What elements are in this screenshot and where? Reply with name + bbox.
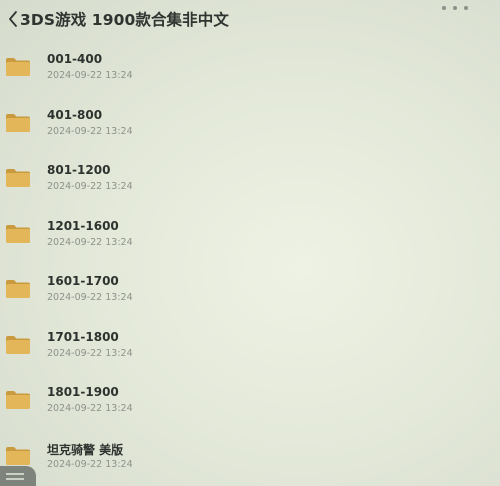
folder-icon [5,113,31,133]
folder-date: 2024-09-22 13:24 [47,181,133,192]
folder-name: 401-800 [47,107,103,122]
back-button[interactable]: 3DS游戏 1900款合集非中文 [6,8,229,30]
list-item[interactable]: 401-800 2024-09-22 13:24 [0,96,500,148]
folder-icon [5,446,31,466]
folder-name: 1701-1800 [47,329,119,344]
folder-date: 2024-09-22 13:24 [47,125,133,137]
folder-date: 2024-09-22 13:24 [47,292,133,303]
folder-name: 801-1200 [47,163,111,177]
chevron-left-icon [6,10,20,28]
folder-name: 001-400 [47,52,103,66]
folder-icon [5,279,31,299]
folder-name: 1601-1700 [47,274,119,288]
list-item[interactable]: 001-400 2024-09-22 13:24 [0,40,500,92]
more-dots-icon [442,6,446,10]
toolbar-handle[interactable] [0,466,36,486]
page-title: 3DS游戏 1900款合集非中文 [20,11,229,29]
more-options-button[interactable] [442,2,468,14]
file-browser: 3DS游戏 1900款合集非中文 001-400 2024-09-22 13:24… [0,0,500,486]
folder-date: 2024-09-22 13:24 [47,70,133,81]
folder-date: 2024-09-22 13:24 [47,458,133,470]
folder-date: 2024-09-22 13:24 [47,236,133,248]
folder-icon [5,224,31,244]
folder-date: 2024-09-22 13:24 [47,347,133,359]
folder-date: 2024-09-22 13:24 [47,403,133,414]
folder-icon [5,335,31,355]
folder-name: 坦克骑警 美版 [47,442,124,457]
list-item[interactable]: 1801-1900 2024-09-22 13:24 [0,373,500,425]
list-item[interactable]: 801-1200 2024-09-22 13:24 [0,151,500,203]
folder-name: 1801-1900 [47,385,119,399]
folder-name: 1201-1600 [47,218,119,233]
folder-icon [5,390,31,410]
nav-header: 3DS游戏 1900款合集非中文 [0,0,500,36]
folder-icon [5,57,31,77]
list-item[interactable]: 1601-1700 2024-09-22 13:24 [0,262,500,314]
list-item[interactable]: 坦克骑警 美版 2024-09-22 13:24 [0,429,500,481]
list-item[interactable]: 1201-1600 2024-09-22 13:24 [0,207,500,259]
list-item[interactable]: 1701-1800 2024-09-22 13:24 [0,318,500,370]
folder-icon [5,168,31,188]
